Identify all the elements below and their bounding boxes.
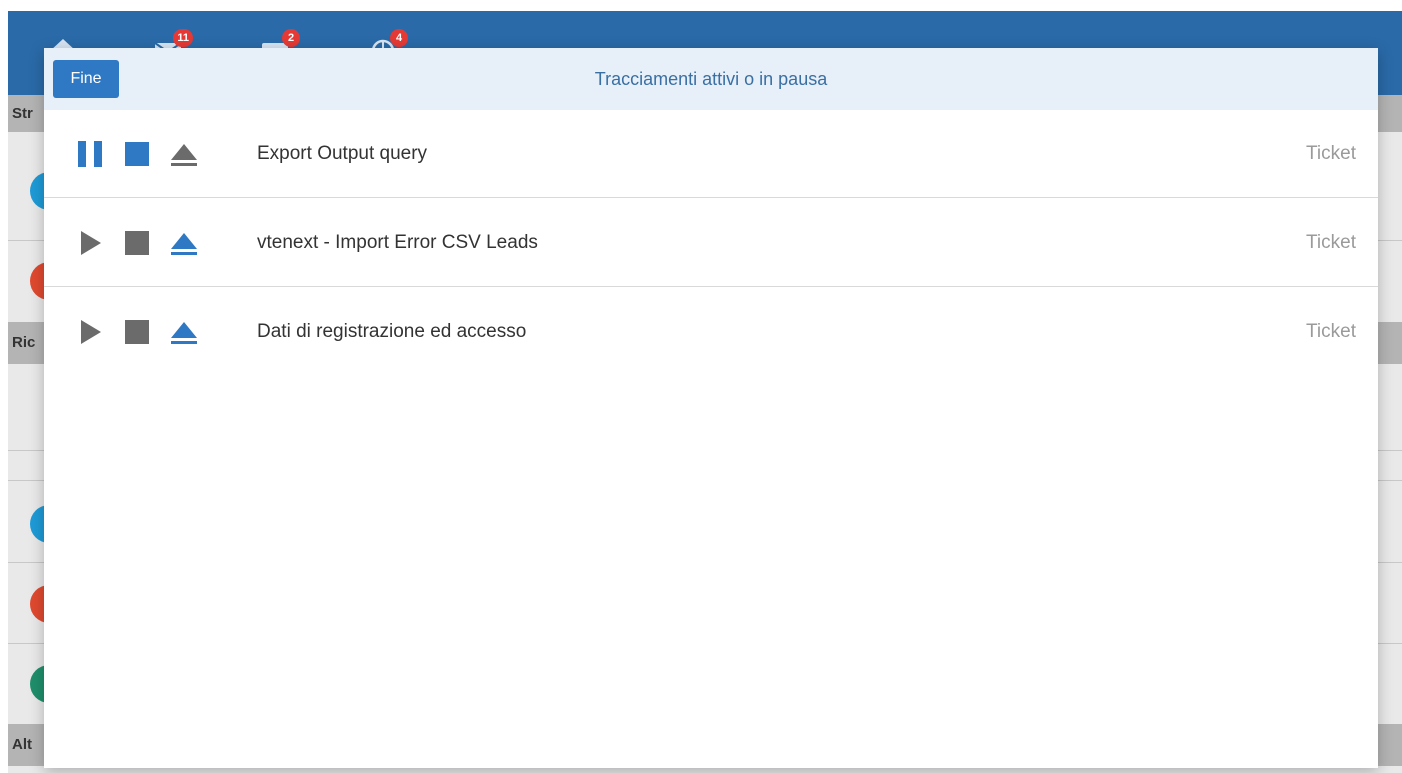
modal-header: Tracciamenti attivi o in pausa Fine bbox=[44, 48, 1378, 110]
eject-icon[interactable] bbox=[168, 316, 200, 348]
play-icon[interactable] bbox=[74, 316, 106, 348]
eject-icon[interactable] bbox=[168, 138, 200, 170]
tracking-name: Dati di registrazione ed accesso bbox=[257, 321, 527, 342]
pause-icon[interactable] bbox=[74, 138, 106, 170]
tracking-name: Export Output query bbox=[257, 143, 428, 164]
tracking-row: Export Output query Ticket bbox=[44, 110, 1378, 198]
globe-badge: 4 bbox=[390, 29, 408, 47]
tracking-module: Ticket bbox=[1306, 232, 1356, 253]
tracking-module: Ticket bbox=[1306, 321, 1356, 342]
stop-icon[interactable] bbox=[121, 227, 153, 259]
play-icon[interactable] bbox=[74, 227, 106, 259]
mail-badge: 11 bbox=[173, 29, 193, 47]
tracking-modal: Tracciamenti attivi o in pausa Fine Expo… bbox=[44, 48, 1378, 768]
modal-title: Tracciamenti attivi o in pausa bbox=[594, 69, 828, 89]
screen: 11 2 4 Str Ric Alt Tracciamenti attivi o… bbox=[0, 0, 1402, 773]
stop-icon[interactable] bbox=[121, 316, 153, 348]
message-badge: 2 bbox=[282, 29, 300, 47]
done-button[interactable]: Fine bbox=[53, 60, 119, 98]
stop-icon[interactable] bbox=[121, 138, 153, 170]
tracking-name: vtenext - Import Error CSV Leads bbox=[257, 232, 538, 253]
eject-icon[interactable] bbox=[168, 227, 200, 259]
tracking-row: vtenext - Import Error CSV Leads Ticket bbox=[44, 199, 1378, 287]
tracking-module: Ticket bbox=[1306, 143, 1356, 164]
tracking-row: Dati di registrazione ed accesso Ticket bbox=[44, 288, 1378, 376]
